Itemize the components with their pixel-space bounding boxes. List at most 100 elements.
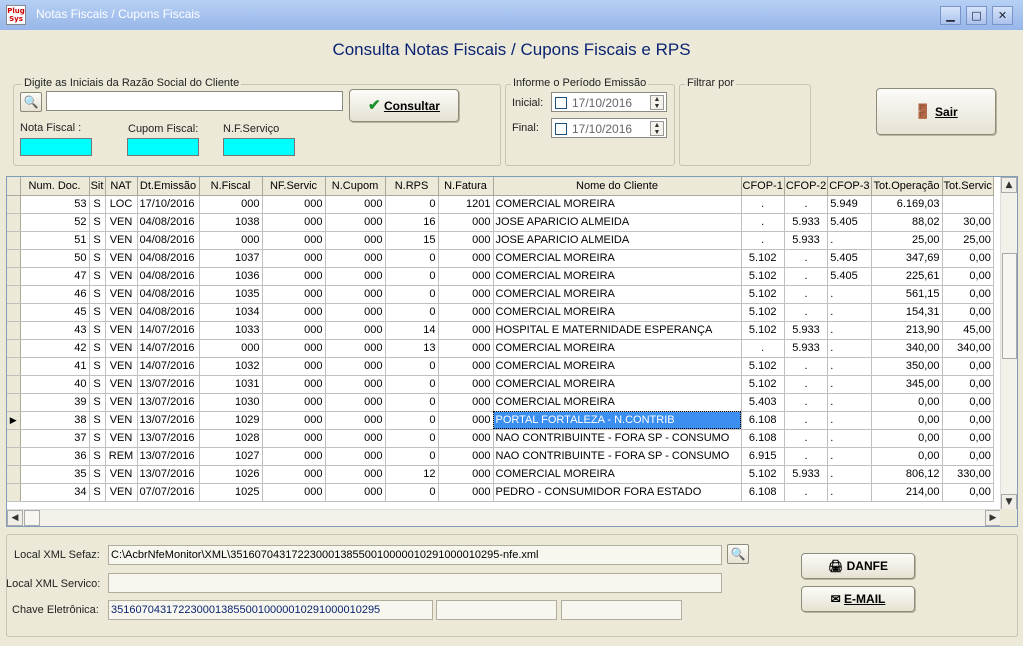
table-cell[interactable]: 13/07/2016: [137, 375, 200, 394]
table-row[interactable]: ▶ 38 S VEN 13/07/2016 1029 000 000 0 000 PORTAL FO…: [7, 411, 994, 430]
table-cell[interactable]: 5.933: [784, 339, 829, 358]
table-cell[interactable]: S: [89, 195, 106, 214]
table-cell[interactable]: 000: [325, 231, 386, 250]
table-cell[interactable]: 0,00: [871, 429, 943, 448]
table-cell[interactable]: S: [89, 447, 106, 466]
table-cell[interactable]: COMERCIAL MOREIRA: [493, 303, 742, 322]
table-cell[interactable]: .: [784, 285, 829, 304]
table-cell[interactable]: .: [784, 357, 829, 376]
table-cell[interactable]: 39: [20, 393, 90, 412]
table-cell[interactable]: VEN: [105, 303, 138, 322]
table-cell[interactable]: 000: [325, 321, 386, 340]
table-row[interactable]: 45 S VEN 04/08/2016 1034 000 000 0 000 COMERCIAL …: [7, 303, 994, 322]
table-cell[interactable]: S: [89, 411, 106, 430]
table-cell[interactable]: 04/08/2016: [137, 231, 200, 250]
table-cell[interactable]: 000: [199, 195, 263, 214]
table-row[interactable]: 41 S VEN 14/07/2016 1032 000 000 0 000 COMERCIAL …: [7, 357, 994, 376]
table-cell[interactable]: 5.102: [741, 303, 785, 322]
table-cell[interactable]: 0: [385, 447, 439, 466]
table-cell[interactable]: 1201: [438, 195, 494, 214]
chave-eletronica-field[interactable]: 3516070431722300013855001000001029100001…: [108, 600, 433, 620]
table-cell[interactable]: 13/07/2016: [137, 411, 200, 430]
table-cell[interactable]: 000: [262, 465, 326, 484]
table-cell[interactable]: 340,00: [871, 339, 943, 358]
client-name-input[interactable]: [46, 91, 343, 111]
table-cell[interactable]: .: [784, 375, 829, 394]
table-cell[interactable]: PORTAL FORTALEZA - N.CONTRIB: [493, 411, 742, 430]
table-cell[interactable]: 000: [262, 483, 326, 502]
row-indicator[interactable]: [7, 447, 21, 466]
table-cell[interactable]: 1030: [199, 393, 263, 412]
table-cell[interactable]: 000: [438, 303, 494, 322]
table-cell[interactable]: 6.108: [741, 411, 785, 430]
table-cell[interactable]: 000: [262, 321, 326, 340]
table-cell[interactable]: 000: [325, 303, 386, 322]
table-cell[interactable]: 0,00: [942, 267, 994, 286]
table-cell[interactable]: 16: [385, 213, 439, 232]
table-cell[interactable]: 0,00: [871, 393, 943, 412]
table-cell[interactable]: 5.405: [827, 267, 872, 286]
table-cell[interactable]: 14: [385, 321, 439, 340]
table-cell[interactable]: COMERCIAL MOREIRA: [493, 267, 742, 286]
table-cell[interactable]: 000: [325, 375, 386, 394]
table-cell[interactable]: VEN: [105, 375, 138, 394]
table-cell[interactable]: 000: [438, 285, 494, 304]
table-cell[interactable]: .: [827, 285, 872, 304]
row-indicator[interactable]: [7, 429, 21, 448]
table-cell[interactable]: 40: [20, 375, 90, 394]
table-cell[interactable]: 350,00: [871, 357, 943, 376]
nota-fiscal-input[interactable]: [20, 138, 92, 156]
table-cell[interactable]: 5.933: [784, 213, 829, 232]
table-cell[interactable]: COMERCIAL MOREIRA: [493, 195, 742, 214]
cupom-fiscal-input[interactable]: [127, 138, 199, 156]
table-cell[interactable]: 5.102: [741, 357, 785, 376]
table-cell[interactable]: 45,00: [942, 321, 994, 340]
column-header[interactable]: N.Cupom: [325, 177, 386, 196]
horizontal-scroll-thumb[interactable]: [24, 510, 40, 526]
scroll-left-icon[interactable]: ◀: [7, 510, 23, 526]
table-cell[interactable]: 000: [262, 249, 326, 268]
table-cell[interactable]: VEN: [105, 429, 138, 448]
table-cell[interactable]: VEN: [105, 213, 138, 232]
table-cell[interactable]: 000: [438, 411, 494, 430]
table-cell[interactable]: COMERCIAL MOREIRA: [493, 285, 742, 304]
search-icon[interactable]: 🔍: [20, 92, 42, 112]
row-indicator[interactable]: [7, 375, 21, 394]
table-cell[interactable]: 1037: [199, 249, 263, 268]
table-cell[interactable]: 30,00: [942, 213, 994, 232]
table-cell[interactable]: S: [89, 375, 106, 394]
table-cell[interactable]: 000: [325, 447, 386, 466]
column-header[interactable]: NF.Servic: [262, 177, 326, 196]
table-cell[interactable]: 5.102: [741, 285, 785, 304]
table-cell[interactable]: 000: [438, 321, 494, 340]
table-cell[interactable]: 000: [262, 303, 326, 322]
table-cell[interactable]: VEN: [105, 249, 138, 268]
table-cell[interactable]: .: [741, 195, 785, 214]
table-cell[interactable]: 1033: [199, 321, 263, 340]
row-indicator[interactable]: [7, 195, 21, 214]
final-checkbox[interactable]: [555, 123, 567, 135]
row-indicator[interactable]: [7, 249, 21, 268]
scroll-right-icon[interactable]: ▶: [985, 510, 1001, 526]
table-cell[interactable]: .: [784, 303, 829, 322]
table-cell[interactable]: S: [89, 429, 106, 448]
table-cell[interactable]: 000: [325, 411, 386, 430]
table-cell[interactable]: 0,00: [871, 447, 943, 466]
table-cell[interactable]: .: [784, 195, 829, 214]
table-cell[interactable]: 000: [262, 357, 326, 376]
table-cell[interactable]: .: [827, 231, 872, 250]
table-cell[interactable]: 53: [20, 195, 90, 214]
table-cell[interactable]: 000: [262, 429, 326, 448]
table-cell[interactable]: 000: [262, 213, 326, 232]
table-cell[interactable]: 000: [438, 339, 494, 358]
column-header[interactable]: Sit: [89, 177, 106, 196]
table-cell[interactable]: COMERCIAL MOREIRA: [493, 249, 742, 268]
table-cell[interactable]: 6.915: [741, 447, 785, 466]
table-cell[interactable]: 43: [20, 321, 90, 340]
table-cell[interactable]: .: [741, 213, 785, 232]
table-cell[interactable]: 5.102: [741, 465, 785, 484]
table-cell[interactable]: 000: [199, 231, 263, 250]
table-cell[interactable]: 6.169,03: [871, 195, 943, 214]
local-xml-sefaz-field[interactable]: C:\AcbrNfeMonitor\XML\351607043172230001…: [108, 545, 722, 565]
table-cell[interactable]: VEN: [105, 231, 138, 250]
